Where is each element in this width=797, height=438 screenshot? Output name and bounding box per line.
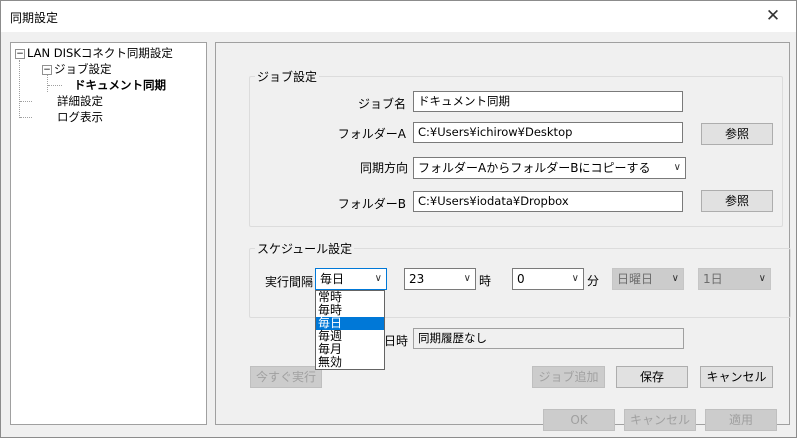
save-button[interactable]: 保存 [616, 366, 688, 388]
hour-value: 23 [409, 272, 425, 286]
footer-cancel-button[interactable]: キャンセル [624, 409, 696, 431]
interval-label: 実行間隔 [264, 275, 313, 289]
browse-folder-b-button[interactable]: 参照 [701, 190, 773, 212]
job-name-input[interactable]: ドキュメント同期 [413, 91, 683, 112]
settings-tree: − LAN DISKコネクト同期設定 − ジョブ設定 ドキュメント同期 詳細設定 ロ… [10, 42, 207, 425]
job-name-label: ジョブ名 [357, 97, 406, 111]
tree-item-document-sync[interactable]: ドキュメント同期 [74, 78, 166, 93]
collapse-icon[interactable]: − [42, 64, 52, 75]
tree-root-label: LAN DISKコネクト同期設定 [27, 46, 173, 60]
weekday-select[interactable]: 日曜日 ∨ [612, 268, 684, 290]
run-now-button[interactable]: 今すぐ実行 [250, 366, 322, 388]
folder-b-label: フォルダーB [337, 197, 406, 211]
tree-item-root[interactable]: − LAN DISKコネクト同期設定 [15, 46, 173, 61]
hour-select[interactable]: 23 ∨ [404, 268, 476, 290]
job-settings-group-label: ジョブ設定 [255, 68, 320, 85]
collapse-icon[interactable]: − [15, 48, 25, 59]
interval-dropdown-list[interactable]: 常時 毎時 毎日 毎週 毎月 無効 [315, 290, 385, 370]
weekday-value: 日曜日 [617, 272, 654, 286]
sync-settings-dialog: 同期設定 ✕ − LAN DISKコネクト同期設定 − ジョブ設定 ドキュメント同期… [0, 0, 797, 438]
settings-panel: ジョブ設定 ジョブ名 ドキュメント同期 フォルダーA C:¥Users¥ichi… [215, 42, 791, 425]
close-icon[interactable]: ✕ [750, 1, 796, 32]
schedule-group-label: スケジュール設定 [255, 240, 355, 257]
minute-select[interactable]: 0 ∨ [512, 268, 584, 290]
minute-unit-label: 分 [587, 274, 600, 288]
hour-unit-label: 時 [479, 274, 492, 288]
chevron-down-icon: ∨ [673, 162, 681, 173]
folder-a-label: フォルダーA [337, 127, 406, 141]
folder-a-input[interactable]: C:¥Users¥ichirow¥Desktop [413, 122, 683, 143]
ok-button[interactable]: OK [543, 409, 615, 431]
title-bar: 同期設定 ✕ [1, 1, 796, 32]
minute-value: 0 [517, 272, 525, 286]
chevron-down-icon: ∨ [671, 273, 679, 284]
last-sync-field: 同期履歴なし [413, 328, 684, 349]
last-sync-label: 日時 [384, 334, 409, 348]
apply-button[interactable]: 適用 [705, 409, 777, 431]
tree-item-detail-settings[interactable]: 詳細設定 [57, 94, 103, 109]
chevron-down-icon: ∨ [463, 273, 471, 284]
add-job-button[interactable]: ジョブ追加 [532, 366, 605, 388]
day-select[interactable]: 1日 ∨ [698, 268, 771, 290]
tree-item-log-display[interactable]: ログ表示 [57, 110, 103, 125]
folder-b-input[interactable]: C:¥Users¥iodata¥Dropbox [413, 191, 683, 212]
interval-option[interactable]: 無効 [316, 356, 384, 369]
tree-item-job-settings[interactable]: − ジョブ設定 [42, 62, 112, 77]
sync-direction-select[interactable]: フォルダーAからフォルダーBにコピーする ∨ [413, 157, 686, 179]
chevron-down-icon: ∨ [374, 273, 382, 284]
interval-select[interactable]: 毎日 ∨ [315, 268, 387, 290]
browse-folder-a-button[interactable]: 参照 [701, 123, 773, 145]
day-value: 1日 [703, 272, 723, 286]
chevron-down-icon: ∨ [571, 273, 579, 284]
sync-direction-value: フォルダーAからフォルダーBにコピーする [418, 161, 651, 175]
interval-value: 毎日 [320, 272, 345, 286]
cancel-button[interactable]: キャンセル [700, 366, 773, 388]
sync-direction-label: 同期方向 [359, 161, 408, 175]
window-title: 同期設定 [10, 11, 59, 25]
chevron-down-icon: ∨ [758, 273, 766, 284]
tree-job-settings-label: ジョブ設定 [54, 62, 112, 76]
